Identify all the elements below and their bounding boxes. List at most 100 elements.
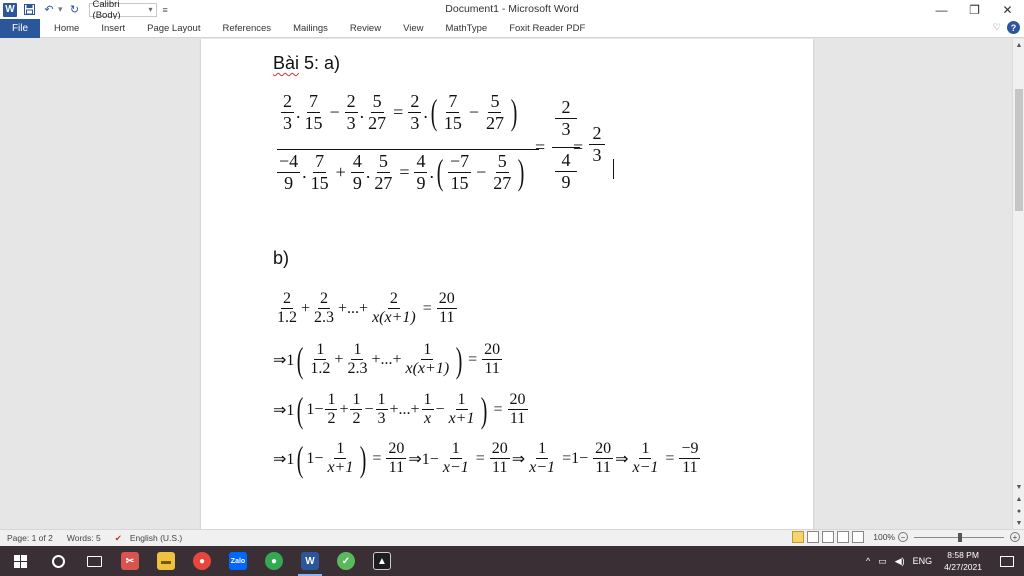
math-operator: =	[393, 101, 404, 122]
tab-review[interactable]: Review	[339, 23, 392, 34]
word-count[interactable]: Words: 5	[67, 533, 101, 543]
zoom-out-icon[interactable]: −	[898, 532, 908, 542]
clock[interactable]: 8:58 PM 4/27/2021	[944, 549, 982, 573]
notification-center-icon[interactable]	[1000, 555, 1014, 567]
search-button[interactable]	[40, 546, 76, 576]
math-operator: .	[365, 161, 371, 182]
close-button[interactable]: ✕	[991, 0, 1024, 19]
taskbar-greenshot[interactable]: ✓	[328, 546, 364, 576]
math-operator: +	[334, 350, 344, 368]
full-screen-reading-view-button[interactable]	[807, 531, 820, 543]
fraction-numerator: 1	[351, 341, 364, 361]
quick-access-toolbar: W ↶ ▾ ↻ Calibri (Body) ▾ ≡	[0, 0, 168, 21]
start-button[interactable]	[0, 546, 40, 576]
task-view-button[interactable]	[76, 546, 112, 576]
scroll-down-icon[interactable]: ▼	[1013, 481, 1024, 493]
tab-page-layout[interactable]: Page Layout	[136, 23, 211, 34]
network-icon[interactable]: ▭	[878, 556, 887, 567]
fraction-numerator: 5	[488, 91, 502, 113]
minimize-button[interactable]: —	[925, 0, 958, 19]
taskbar-chrome-profile[interactable]: ●	[256, 546, 292, 576]
scroll-up-icon[interactable]: ▲	[1013, 39, 1024, 51]
right-paren: )	[510, 92, 518, 133]
zoom-in-icon[interactable]: +	[1010, 532, 1020, 542]
math-operator: −	[329, 101, 340, 122]
math-operator: ⇒1	[273, 351, 295, 369]
outline-view-button[interactable]	[837, 531, 850, 543]
fraction-denominator: x+1	[448, 410, 475, 428]
help-icon[interactable]: ?	[1007, 21, 1020, 34]
fraction-numerator: 20	[482, 341, 503, 361]
tab-foxit-reader-pdf[interactable]: Foxit Reader PDF	[498, 23, 596, 34]
select-browse-object-icon[interactable]: ●	[1013, 505, 1024, 517]
draft-view-button[interactable]	[852, 531, 865, 543]
part-b-heading: b)	[273, 248, 290, 268]
zoom-slider[interactable]	[914, 532, 1004, 542]
zoom-slider-thumb[interactable]	[958, 532, 962, 542]
taskbar-snipping-tool[interactable]: ✂	[112, 546, 148, 576]
restore-button[interactable]: ❐	[958, 0, 991, 19]
zoom-level[interactable]: 100%	[873, 532, 895, 542]
undo-dropdown-icon[interactable]: ▾	[58, 4, 63, 15]
fraction-denominator: 9	[555, 171, 577, 193]
show-hidden-icons-icon[interactable]: ^	[866, 556, 870, 566]
tab-mathtype[interactable]: MathType	[435, 23, 499, 34]
proofing-icon[interactable]: ✔	[115, 533, 122, 544]
math-operator: −	[364, 400, 374, 418]
input-language[interactable]: ENG	[913, 556, 933, 566]
fraction-numerator: 2	[281, 91, 294, 113]
redo-icon[interactable]: ↻	[67, 2, 83, 18]
font-name-box[interactable]: Calibri (Body) ▾	[88, 0, 157, 21]
page-count[interactable]: Page: 1 of 2	[7, 533, 53, 543]
fraction-numerator: −4	[277, 151, 301, 173]
fraction-denominator: 27	[493, 172, 512, 193]
fraction-denominator: 9	[416, 172, 426, 193]
volume-icon[interactable]: ◀)	[895, 556, 905, 567]
fraction-denominator: x	[423, 410, 432, 428]
math-operator: +	[301, 299, 311, 317]
fraction-denominator: 9	[284, 172, 294, 193]
fraction-numerator: 20	[436, 290, 457, 310]
taskbar-photos[interactable]: ▲	[364, 546, 400, 576]
tab-insert[interactable]: Insert	[90, 23, 136, 34]
vertical-scrollbar[interactable]: ▲ ▼ ▲ ● ▼	[1012, 39, 1024, 529]
photos-icon: ▲	[373, 552, 391, 570]
save-icon[interactable]	[21, 2, 37, 18]
math-operator: =	[665, 449, 675, 467]
part-a-denominator-row: −4 9 . 7 15 + 49 . 5 27 = 49 . ( −7 15 − 5 27…	[275, 151, 527, 193]
taskbar-file-explorer[interactable]: ▬	[148, 546, 184, 576]
tab-references[interactable]: References	[211, 23, 282, 34]
document-page[interactable]: Bài 5: a) 23 . 7 15 − 23 . 5 27 = 23 . ( 7…	[201, 39, 813, 529]
collapse-ribbon-icon[interactable]: ♡	[993, 22, 1001, 33]
fraction-numerator: 7	[307, 91, 320, 113]
fraction-denominator: 3	[589, 144, 605, 166]
language-indicator[interactable]: English (U.S.)	[130, 533, 182, 543]
fraction-numerator: 20	[507, 391, 528, 411]
customize-toolbar-icon[interactable]: ≡	[163, 5, 168, 15]
tab-view[interactable]: View	[392, 23, 434, 34]
next-page-icon[interactable]: ▼	[1013, 517, 1024, 529]
web-layout-view-button[interactable]	[822, 531, 835, 543]
tab-file[interactable]: File	[0, 18, 40, 38]
taskbar-word[interactable]: W	[292, 546, 328, 576]
tab-home[interactable]: Home	[40, 23, 90, 34]
fraction-numerator: 1	[421, 341, 434, 361]
left-paren: (	[297, 339, 304, 380]
tab-mailings[interactable]: Mailings	[282, 23, 339, 34]
system-tray: ^ ▭ ◀) ENG 8:58 PM 4/27/2021	[862, 546, 1024, 576]
fraction-denominator: x−1	[632, 459, 659, 477]
scroll-thumb[interactable]	[1015, 89, 1023, 211]
part-a-eq2: =	[573, 137, 583, 158]
fraction-numerator: 1	[334, 440, 347, 460]
fraction-numerator: 1	[455, 391, 468, 411]
math-operator: =	[468, 350, 478, 368]
fraction-numerator: 2	[318, 290, 331, 310]
print-layout-view-button[interactable]	[792, 531, 805, 543]
taskbar-zalo[interactable]: Zalo	[220, 546, 256, 576]
fraction-numerator: 7	[313, 151, 327, 173]
word-icon: W	[301, 552, 319, 570]
taskbar-chrome[interactable]: ●	[184, 546, 220, 576]
previous-page-icon[interactable]: ▲	[1013, 493, 1024, 505]
undo-icon[interactable]: ↶	[41, 2, 57, 18]
word-app-icon[interactable]: W	[3, 2, 17, 17]
